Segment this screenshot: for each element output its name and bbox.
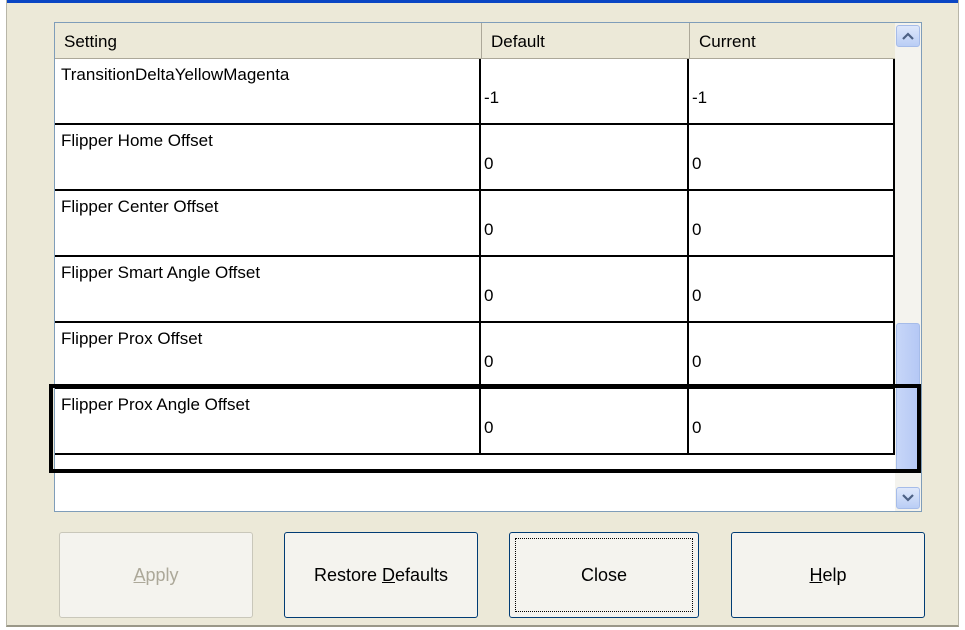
chevron-up-icon [902,32,914,40]
setting-name-cell: Flipper Center Offset [55,191,481,257]
setting-name-cell: Flipper Home Offset [55,125,481,191]
settings-dialog: Setting Default Current TransitionDeltaY… [6,0,959,627]
table-row[interactable]: Flipper Smart Angle Offset 0 0 [55,257,895,323]
current-value-cell[interactable]: -1 [689,59,895,125]
setting-name-cell: Flipper Prox Offset [55,323,481,389]
scrollbar-thumb[interactable] [896,323,920,473]
default-value-cell: 0 [481,257,689,323]
default-value-cell: 0 [481,191,689,257]
vertical-scrollbar[interactable] [895,23,921,511]
column-header-setting[interactable]: Setting [55,23,482,59]
column-header-current[interactable]: Current [690,23,896,59]
restore-defaults-label: Restore Defaults [313,564,449,585]
scroll-up-button[interactable] [896,25,920,47]
apply-label: Apply [133,564,179,585]
table-row[interactable]: TransitionDeltaYellowMagenta -1 -1 [55,59,895,125]
default-value-cell: 0 [481,125,689,191]
current-value-cell[interactable]: 0 [689,389,895,455]
help-button[interactable]: Help [731,532,925,618]
default-value-cell: 0 [481,323,689,389]
current-value-cell[interactable]: 0 [689,323,895,389]
column-header-default[interactable]: Default [482,23,690,59]
settings-grid[interactable]: Setting Default Current TransitionDeltaY… [54,22,922,512]
scroll-down-button[interactable] [896,487,920,509]
restore-defaults-button[interactable]: Restore Defaults [284,532,478,618]
setting-name-cell: Flipper Smart Angle Offset [55,257,481,323]
current-value-cell[interactable]: 0 [689,125,895,191]
default-value-cell: -1 [481,59,689,125]
chevron-down-icon [902,494,914,502]
title-bar-edge [7,0,958,3]
current-value-cell[interactable]: 0 [689,191,895,257]
table-row[interactable]: Flipper Home Offset 0 0 [55,125,895,191]
table-row[interactable]: Flipper Prox Angle Offset 0 0 [55,389,895,455]
current-value-cell[interactable]: 0 [689,257,895,323]
setting-name-cell: Flipper Prox Angle Offset [55,389,481,455]
close-button[interactable]: Close [509,532,699,618]
table-row[interactable]: Flipper Center Offset 0 0 [55,191,895,257]
help-label: Help [809,564,847,585]
default-value-cell: 0 [481,389,689,455]
table-row[interactable]: Flipper Prox Offset 0 0 [55,323,895,389]
apply-button[interactable]: Apply [59,532,253,618]
focus-rectangle [515,538,693,612]
setting-name-cell: TransitionDeltaYellowMagenta [55,59,481,125]
